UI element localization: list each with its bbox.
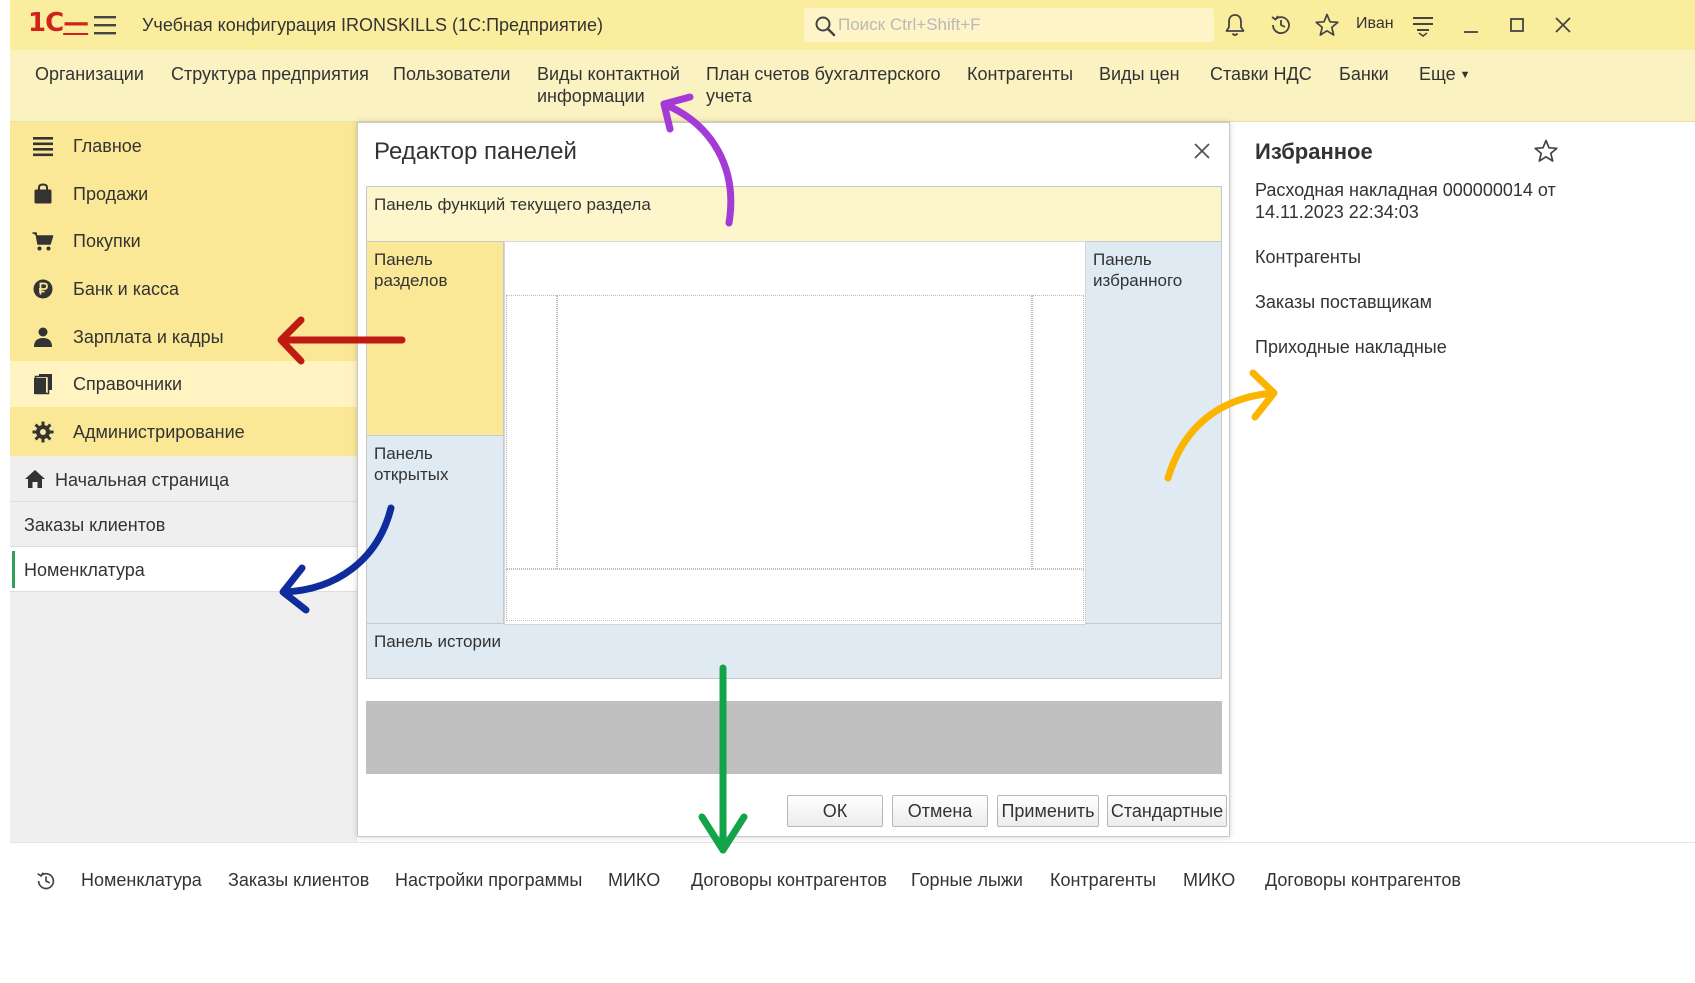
history-item[interactable]: МИКО: [608, 870, 660, 891]
favorite-item[interactable]: Контрагенты: [1255, 246, 1565, 268]
home-icon: [25, 470, 45, 488]
history-item[interactable]: Горные лыжи: [911, 870, 1023, 891]
global-search[interactable]: Поиск Ctrl+Shift+F: [804, 8, 1214, 42]
title-bar: 1С— Учебная конфигурация IRONSKILLS (1С:…: [10, 0, 1695, 50]
history-item[interactable]: Договоры контрагентов: [1265, 870, 1461, 891]
history-item[interactable]: Договоры контрагентов: [691, 870, 887, 891]
shopping-bag-icon: [34, 183, 52, 204]
open-window-client-orders[interactable]: Заказы клиентов: [10, 502, 357, 547]
history-item[interactable]: Номенклатура: [81, 870, 202, 891]
section-label: Главное: [73, 136, 142, 156]
section-sales[interactable]: Продажи: [10, 171, 357, 217]
history-item[interactable]: Контрагенты: [1050, 870, 1156, 891]
main-menu-icon[interactable]: [92, 13, 118, 37]
standard-button[interactable]: Стандартные: [1107, 795, 1227, 827]
bell-icon[interactable]: [1222, 12, 1248, 38]
preview-favorites-panel[interactable]: Панель избранного: [1085, 241, 1222, 625]
preview-functions-panel[interactable]: Панель функций текущего раздела: [366, 186, 1222, 242]
panel-label: Панель разделов: [374, 250, 448, 290]
open-window-nomenclature[interactable]: Номенклатура: [10, 547, 357, 592]
close-icon[interactable]: [1191, 140, 1213, 162]
open-window-home[interactable]: Начальная страница: [10, 457, 357, 502]
section-label: Справочники: [73, 374, 183, 394]
person-icon: [34, 327, 52, 347]
section-label: Администрирование: [73, 422, 245, 442]
ok-button[interactable]: ОК: [787, 795, 883, 827]
nav-users[interactable]: Пользователи: [393, 63, 510, 85]
sections-sidebar: Главное Продажи Покупки Банк и касса Зар…: [10, 122, 357, 842]
app-logo[interactable]: 1С—: [28, 8, 89, 38]
section-label: Продажи: [73, 184, 149, 204]
cancel-button[interactable]: Отмена: [892, 795, 988, 827]
panel-editor-dialog: Редактор панелей Панель функций текущего…: [357, 122, 1230, 837]
favorites-star-icon[interactable]: [1314, 12, 1340, 38]
favorite-item[interactable]: Заказы поставщикам: [1255, 291, 1565, 313]
books-icon: [34, 374, 52, 395]
minimize-icon[interactable]: [1458, 12, 1484, 38]
panel-label: Панель истории: [374, 632, 501, 651]
ruble-coin-icon: [33, 279, 53, 299]
caret-down-icon: ▼: [1459, 69, 1471, 82]
panel-label: Панель избранного: [1093, 250, 1183, 290]
open-window-label: Заказы клиентов: [24, 515, 166, 535]
function-panel: Организации Структура предприятия Пользо…: [10, 50, 1695, 122]
section-bank-cash[interactable]: Банк и касса: [10, 266, 357, 312]
nav-banks[interactable]: Банки: [1339, 63, 1389, 85]
cart-icon: [32, 232, 54, 251]
star-icon[interactable]: [1533, 138, 1559, 164]
nav-contact-info-types[interactable]: Виды контактной информации: [537, 63, 687, 107]
menu-lines-icon: [33, 137, 53, 157]
history-item[interactable]: Настройки программы: [395, 870, 582, 891]
preview-sections-panel[interactable]: Панель разделов: [366, 241, 504, 436]
nav-chart-of-accounts[interactable]: План счетов бухгалтерского учета: [706, 63, 946, 107]
section-main[interactable]: Главное: [10, 123, 357, 169]
drop-zone-left[interactable]: [506, 295, 558, 569]
preview-history-panel[interactable]: Панель истории: [366, 623, 1222, 679]
apply-button[interactable]: Применить: [997, 795, 1099, 827]
section-label: Зарплата и кадры: [73, 327, 224, 347]
history-clock-icon[interactable]: [1268, 12, 1294, 38]
nav-vat-rates[interactable]: Ставки НДС: [1210, 63, 1312, 85]
nav-price-types[interactable]: Виды цен: [1099, 63, 1180, 85]
section-label: Банк и касса: [73, 279, 179, 299]
open-window-label: Начальная страница: [55, 470, 230, 490]
search-placeholder: Поиск Ctrl+Shift+F: [838, 15, 981, 34]
section-purchases[interactable]: Покупки: [10, 218, 357, 264]
app-title: Учебная конфигурация IRONSKILLS (1С:Пред…: [142, 15, 603, 35]
history-item[interactable]: МИКО: [1183, 870, 1235, 891]
section-label: Покупки: [73, 231, 141, 251]
panel-label: Панель открытых: [374, 444, 449, 484]
nav-more[interactable]: Еще ▼: [1419, 63, 1471, 86]
settings-menu-icon[interactable]: [1410, 12, 1436, 38]
close-window-icon[interactable]: [1550, 12, 1576, 38]
dialog-title: Редактор панелей: [374, 138, 577, 165]
favorite-item[interactable]: Расходная накладная 000000014 от 14.11.2…: [1255, 179, 1565, 223]
drop-zone-bottom[interactable]: [506, 569, 1084, 621]
nav-organizations[interactable]: Организации: [35, 63, 144, 85]
sections-panel: Главное Продажи Покупки Банк и касса Зар…: [10, 122, 357, 456]
nav-counterparties[interactable]: Контрагенты: [967, 63, 1073, 85]
history-clock-icon[interactable]: [34, 869, 58, 893]
favorites-title: Избранное: [1255, 139, 1373, 164]
section-administration[interactable]: Администрирование: [10, 409, 357, 455]
history-panel: Номенклатура Заказы клиентов Настройки п…: [10, 842, 1695, 918]
drop-zone-center[interactable]: [556, 295, 1032, 569]
favorite-item[interactable]: Приходные накладные: [1255, 336, 1565, 358]
history-item[interactable]: Заказы клиентов: [228, 870, 369, 891]
maximize-icon[interactable]: [1504, 12, 1530, 38]
open-window-label: Номенклатура: [24, 560, 145, 580]
panel-label: Панель функций текущего раздела: [374, 195, 651, 214]
gear-icon: [32, 421, 54, 443]
favorites-panel: Избранное Расходная накладная 000000014 …: [1230, 122, 1695, 842]
user-name[interactable]: Иван: [1356, 15, 1394, 33]
unused-panels-area[interactable]: [366, 701, 1222, 774]
section-salary-hr[interactable]: Зарплата и кадры: [10, 314, 357, 360]
nav-enterprise-structure[interactable]: Структура предприятия: [171, 63, 369, 85]
drop-zone-right[interactable]: [1032, 295, 1084, 569]
section-references[interactable]: Справочники: [10, 361, 357, 407]
preview-open-panel[interactable]: Панель открытых: [366, 435, 504, 625]
search-icon: [815, 16, 836, 37]
nav-more-label: Еще: [1419, 64, 1456, 84]
